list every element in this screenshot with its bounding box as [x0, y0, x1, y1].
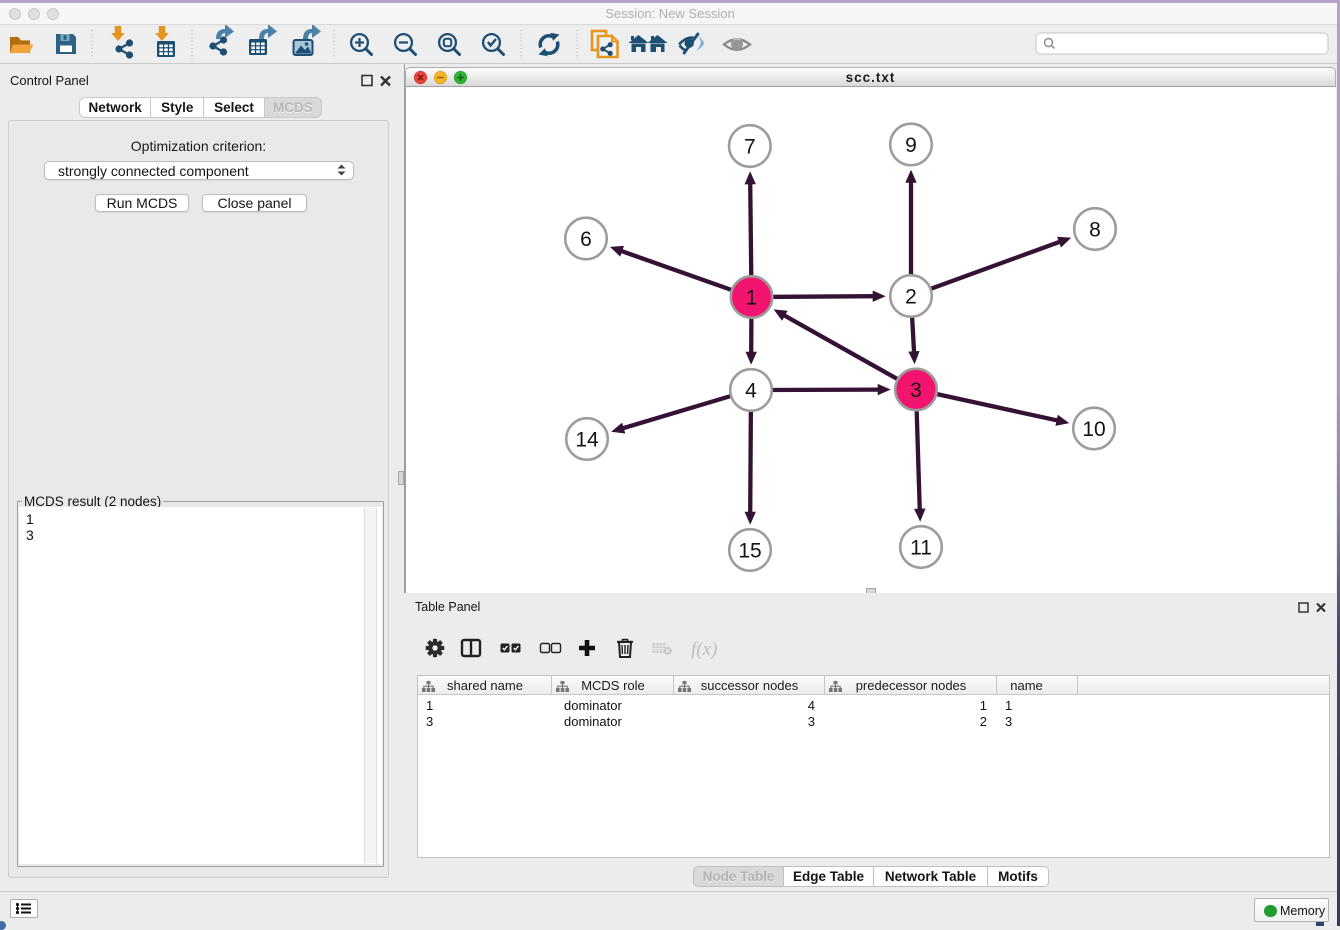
svg-text:1: 1	[746, 286, 758, 309]
svg-text:2: 2	[905, 285, 917, 308]
svg-text:10: 10	[1082, 418, 1105, 441]
svg-text:15: 15	[738, 539, 761, 562]
svg-text:9: 9	[905, 134, 917, 157]
svg-text:f(x): f(x)	[691, 639, 717, 660]
svg-text:7: 7	[744, 135, 756, 158]
svg-text:6: 6	[580, 228, 592, 251]
svg-text:14: 14	[575, 428, 599, 451]
svg-text:4: 4	[745, 379, 757, 402]
svg-text:3: 3	[910, 379, 922, 402]
svg-text:11: 11	[910, 536, 932, 559]
svg-text:8: 8	[1089, 218, 1101, 241]
